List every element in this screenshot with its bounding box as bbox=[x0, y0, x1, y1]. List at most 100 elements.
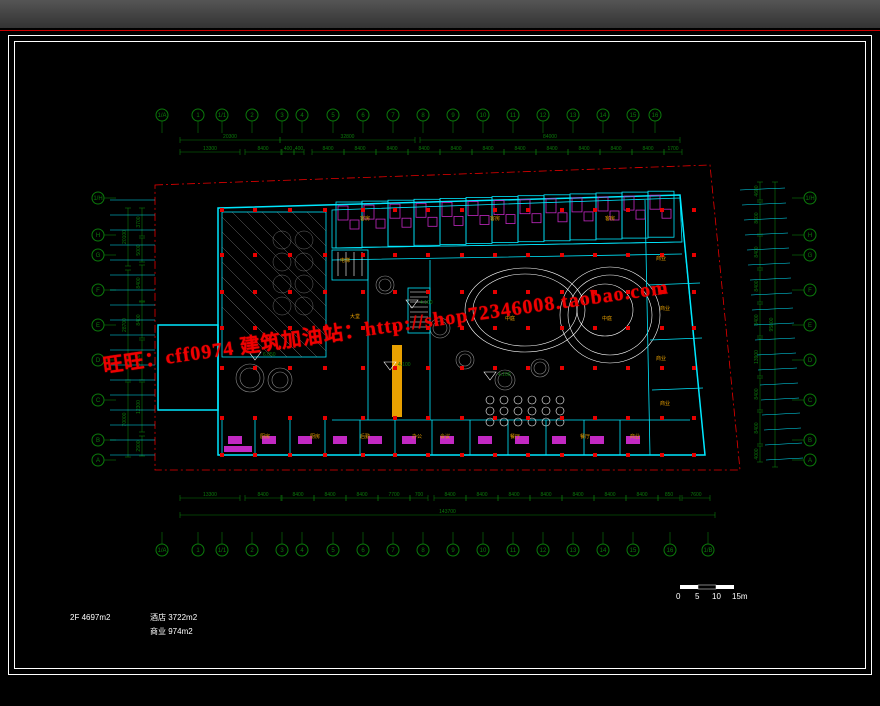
block-annex bbox=[158, 325, 218, 410]
svg-text:16: 16 bbox=[652, 113, 659, 119]
svg-text:12300: 12300 bbox=[136, 400, 142, 414]
svg-text:8400: 8400 bbox=[482, 146, 493, 152]
svg-text:6: 6 bbox=[361, 548, 365, 554]
svg-text:8400: 8400 bbox=[572, 492, 583, 498]
svg-text:143700: 143700 bbox=[439, 509, 456, 515]
svg-text:中庭: 中庭 bbox=[602, 315, 612, 322]
svg-text:3700: 3700 bbox=[136, 216, 142, 227]
svg-text:2: 2 bbox=[250, 548, 254, 554]
svg-text:20100: 20100 bbox=[122, 230, 128, 244]
svg-text:电梯: 电梯 bbox=[340, 257, 350, 264]
svg-text:10: 10 bbox=[480, 113, 487, 119]
svg-text:8400: 8400 bbox=[450, 146, 461, 152]
roof-terrace bbox=[170, 210, 455, 435]
svg-text:8400: 8400 bbox=[642, 146, 653, 152]
svg-text:酒店 3722m2: 酒店 3722m2 bbox=[150, 612, 198, 622]
svg-text:13: 13 bbox=[570, 113, 577, 119]
svg-text:7: 7 bbox=[391, 113, 395, 119]
svg-text:4600: 4600 bbox=[754, 185, 760, 196]
svg-text:12: 12 bbox=[540, 113, 547, 119]
svg-text:E: E bbox=[96, 323, 100, 329]
svg-text:8600: 8600 bbox=[754, 212, 760, 223]
svg-text:1: 1 bbox=[196, 113, 200, 119]
svg-text:客房: 客房 bbox=[490, 215, 500, 222]
svg-text:中庭: 中庭 bbox=[505, 315, 515, 322]
svg-text:8400: 8400 bbox=[324, 492, 335, 498]
svg-text:餐厅: 餐厅 bbox=[510, 433, 520, 440]
svg-text:1/H: 1/H bbox=[805, 196, 814, 202]
area-info-block: 2F 4697m2 酒店 3722m2 商业 974m2 bbox=[70, 612, 198, 636]
parking-left bbox=[110, 200, 155, 455]
svg-text:1/1: 1/1 bbox=[218, 113, 227, 119]
svg-text:8700: 8700 bbox=[136, 354, 142, 365]
svg-text:G: G bbox=[96, 253, 101, 259]
svg-text:B: B bbox=[808, 438, 812, 444]
svg-text:2900: 2900 bbox=[136, 440, 142, 451]
svg-text:14: 14 bbox=[600, 548, 607, 554]
svg-text:8400: 8400 bbox=[546, 146, 557, 152]
svg-text:B: B bbox=[96, 438, 100, 444]
svg-text:8400: 8400 bbox=[754, 314, 760, 325]
svg-text:20300: 20300 bbox=[223, 134, 237, 140]
svg-text:餐厅: 餐厅 bbox=[580, 433, 590, 440]
floorplan-svg: 1/A11/12345678910111213141516 1/A11/1234… bbox=[50, 60, 850, 650]
svg-text:8: 8 bbox=[421, 548, 425, 554]
svg-text:8400: 8400 bbox=[508, 492, 519, 498]
svg-text:E: E bbox=[808, 323, 812, 329]
svg-text:5: 5 bbox=[331, 113, 335, 119]
svg-text:3: 3 bbox=[280, 548, 284, 554]
svg-text:8400: 8400 bbox=[386, 146, 397, 152]
svg-text:3: 3 bbox=[280, 113, 284, 119]
svg-text:H: H bbox=[96, 233, 100, 239]
svg-text:12: 12 bbox=[540, 548, 547, 554]
svg-text:14: 14 bbox=[600, 113, 607, 119]
svg-text:5: 5 bbox=[331, 548, 335, 554]
app-titlebar bbox=[0, 0, 880, 28]
svg-text:8400: 8400 bbox=[604, 492, 615, 498]
svg-text:15: 15 bbox=[630, 113, 637, 119]
svg-text:8400: 8400 bbox=[292, 492, 303, 498]
svg-text:商业: 商业 bbox=[630, 433, 640, 440]
svg-text:商业 974m2: 商业 974m2 bbox=[150, 626, 193, 636]
svg-text:10: 10 bbox=[712, 592, 721, 601]
parking-right bbox=[740, 188, 803, 460]
svg-text:客房: 客房 bbox=[360, 215, 370, 222]
svg-text:8400: 8400 bbox=[356, 492, 367, 498]
svg-text:8400: 8400 bbox=[354, 146, 365, 152]
svg-text:商业: 商业 bbox=[656, 255, 666, 262]
cad-drawing-viewport[interactable]: 1/A11/12345678910111213141516 1/A11/1234… bbox=[50, 60, 850, 650]
svg-text:C: C bbox=[96, 398, 101, 404]
svg-text:1/A: 1/A bbox=[157, 548, 166, 554]
svg-text:8400: 8400 bbox=[257, 492, 268, 498]
svg-text:16: 16 bbox=[667, 548, 674, 554]
svg-text:8400: 8400 bbox=[257, 146, 268, 152]
svg-text:商业: 商业 bbox=[660, 305, 670, 312]
svg-text:8400: 8400 bbox=[514, 146, 525, 152]
svg-text:8: 8 bbox=[421, 113, 425, 119]
svg-text:8400: 8400 bbox=[418, 146, 429, 152]
svg-text:大堂: 大堂 bbox=[350, 313, 360, 320]
svg-text:8400: 8400 bbox=[136, 277, 142, 288]
svg-text:2: 2 bbox=[250, 113, 254, 119]
dining-tables bbox=[486, 396, 564, 426]
svg-text:400: 400 bbox=[284, 146, 293, 152]
svg-text:8400: 8400 bbox=[754, 388, 760, 399]
site-boundary bbox=[155, 165, 740, 470]
svg-text:8400: 8400 bbox=[610, 146, 621, 152]
svg-text:1: 1 bbox=[196, 548, 200, 554]
svg-text:13: 13 bbox=[570, 548, 577, 554]
svg-text:A: A bbox=[96, 458, 100, 464]
svg-text:客房: 客房 bbox=[605, 215, 615, 222]
svg-text:850: 850 bbox=[665, 492, 674, 498]
svg-text:1/B: 1/B bbox=[703, 548, 712, 554]
accent-strip bbox=[392, 345, 402, 417]
scale-bar: 0 5 10 15m bbox=[676, 585, 748, 601]
svg-text:D: D bbox=[96, 358, 101, 364]
svg-text:1/H: 1/H bbox=[93, 196, 102, 202]
svg-text:4.100: 4.100 bbox=[420, 300, 433, 306]
svg-text:70000: 70000 bbox=[122, 412, 128, 426]
svg-text:F: F bbox=[96, 288, 100, 294]
svg-text:办公: 办公 bbox=[412, 433, 422, 440]
svg-text:0: 0 bbox=[676, 592, 681, 601]
svg-text:4000: 4000 bbox=[754, 448, 760, 459]
